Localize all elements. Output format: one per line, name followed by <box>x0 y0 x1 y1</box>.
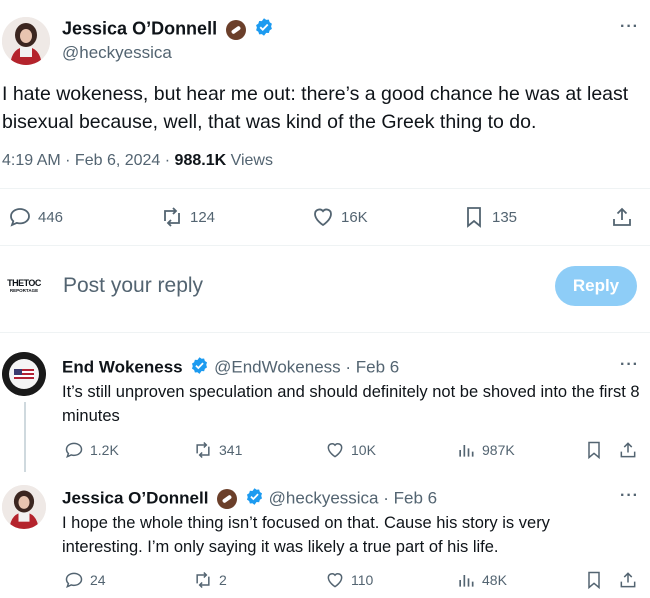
author-name[interactable]: Jessica O’Donnell <box>62 18 217 38</box>
avatar[interactable] <box>2 485 46 529</box>
author-name[interactable]: Jessica O’Donnell <box>62 488 208 507</box>
bookmark-action[interactable]: 135 <box>462 205 517 229</box>
views-count: 988.1K <box>174 152 227 169</box>
divider <box>0 332 650 333</box>
share-icon <box>610 205 634 229</box>
share-button[interactable] <box>610 205 640 229</box>
reply-action[interactable]: 24 <box>64 570 106 590</box>
like-count: 110 <box>351 572 374 588</box>
retweet-action[interactable]: 124 <box>160 205 215 229</box>
share-button[interactable] <box>618 570 644 590</box>
views-action[interactable]: 987K <box>456 440 515 460</box>
reply-count: 1.2K <box>90 442 119 458</box>
avatar-logo-text: THETOC <box>7 278 41 288</box>
reply-input[interactable]: Post your reply <box>63 274 203 298</box>
bookmark-count: 135 <box>492 208 518 226</box>
composer-avatar: THETOC REPORTAGE <box>2 268 46 308</box>
verified-badge-icon <box>245 487 264 511</box>
views-label: Views <box>230 152 273 169</box>
verified-badge-icon <box>190 356 209 380</box>
retweet-action[interactable]: 341 <box>193 440 242 460</box>
bookmark-button[interactable] <box>584 570 610 590</box>
like-action[interactable]: 110 <box>325 570 373 590</box>
more-options-icon[interactable]: ··· <box>620 487 639 505</box>
reply-count: 446 <box>38 208 64 226</box>
reply-button[interactable]: Reply <box>555 266 637 306</box>
views-count: 48K <box>482 572 507 588</box>
reply-action[interactable]: 446 <box>8 205 63 229</box>
reply-date[interactable]: · Feb 6 <box>345 357 399 376</box>
retweet-icon <box>193 440 213 460</box>
share-button[interactable] <box>618 440 644 460</box>
avatar[interactable] <box>2 352 46 396</box>
heart-icon <box>325 570 345 590</box>
like-count: 16K <box>341 208 368 226</box>
heart-icon <box>325 440 345 460</box>
bookmark-icon <box>462 205 486 229</box>
retweet-action[interactable]: 2 <box>193 570 227 590</box>
bookmark-button[interactable] <box>584 440 610 460</box>
thread-line <box>24 402 26 472</box>
share-icon <box>618 440 638 460</box>
reply-text: I hope the whole thing isn’t focused on … <box>62 514 550 556</box>
divider <box>0 245 650 246</box>
like-count: 10K <box>351 442 376 458</box>
views-count: 987K <box>482 442 515 458</box>
retweet-icon <box>193 570 213 590</box>
views-chart-icon <box>456 570 476 590</box>
more-options-icon[interactable]: ··· <box>620 18 639 36</box>
avatar-logo-subtext: REPORTAGE <box>9 288 39 293</box>
football-icon <box>226 19 247 40</box>
reply-text: It’s still unproven speculation and shou… <box>62 383 640 425</box>
author-row: Jessica O’Donnell <box>62 17 274 42</box>
author-name[interactable]: End Wokeness <box>62 357 183 376</box>
heart-icon <box>311 205 335 229</box>
reply-header: Jessica O’Donnell @heckyessica · Feb 6 <box>62 487 437 511</box>
tweet-text: I hate wokeness, but hear me out: there’… <box>2 83 629 133</box>
retweet-count: 341 <box>219 442 243 458</box>
reply-icon <box>8 205 32 229</box>
reply-icon <box>64 570 84 590</box>
bookmark-icon <box>584 570 604 590</box>
retweet-icon <box>160 205 184 229</box>
avatar[interactable] <box>2 17 50 65</box>
author-handle[interactable]: @heckyessica <box>62 43 172 63</box>
share-icon <box>618 570 638 590</box>
reply-count: 24 <box>90 572 106 588</box>
reply-action[interactable]: 1.2K <box>64 440 119 460</box>
football-icon <box>217 489 238 509</box>
views-action[interactable]: 48K <box>456 570 507 590</box>
retweet-count: 124 <box>190 208 216 226</box>
reply-header: End Wokeness @EndWokeness · Feb 6 <box>62 356 399 380</box>
tweet-meta: 4:19 AM · Feb 6, 2024 · 988.1K Views <box>2 152 273 170</box>
bookmark-icon <box>584 440 604 460</box>
reply-icon <box>64 440 84 460</box>
verified-badge-icon <box>254 17 274 42</box>
views-chart-icon <box>456 440 476 460</box>
divider <box>0 188 650 189</box>
reply-date[interactable]: · Feb 6 <box>383 488 437 507</box>
like-action[interactable]: 16K <box>311 205 368 229</box>
author-handle[interactable]: @heckyessica <box>269 488 379 507</box>
tweet-timestamp[interactable]: 4:19 AM · Feb 6, 2024 · <box>2 152 170 169</box>
like-action[interactable]: 10K <box>325 440 376 460</box>
author-handle[interactable]: @EndWokeness <box>214 357 341 376</box>
more-options-icon[interactable]: ··· <box>620 356 639 374</box>
retweet-count: 2 <box>219 572 227 588</box>
